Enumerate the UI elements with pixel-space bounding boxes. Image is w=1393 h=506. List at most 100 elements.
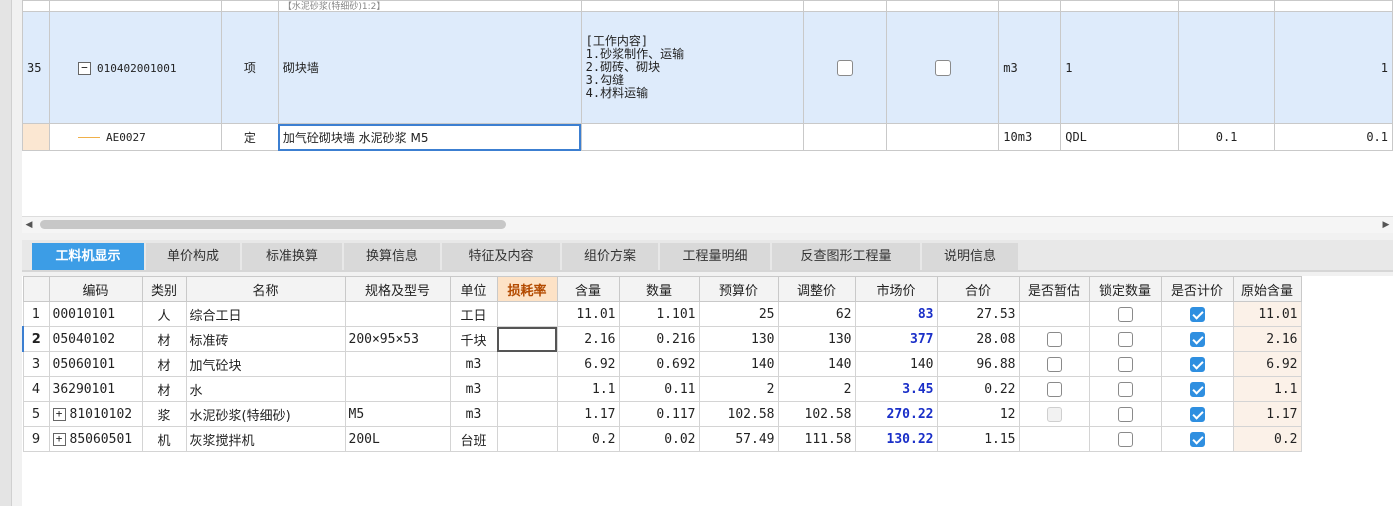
tab-standard-conversion[interactable]: 标准换算 xyxy=(242,243,342,270)
expand-icon[interactable]: + xyxy=(52,432,66,446)
resource-spec[interactable]: 200L xyxy=(344,426,451,452)
content-qty[interactable]: 2.16 xyxy=(556,326,620,352)
content-qty[interactable]: 1.17 xyxy=(556,401,620,427)
quota-qty[interactable]: 0.1 xyxy=(1178,123,1276,151)
checkbox[interactable] xyxy=(934,59,951,76)
empty-cell[interactable] xyxy=(1178,11,1276,124)
total-price[interactable]: 28.08 xyxy=(936,326,1020,352)
adjusted-price[interactable]: 130 xyxy=(777,326,856,352)
resource-code-cell[interactable]: +81010102 xyxy=(48,401,143,427)
adjusted-price[interactable]: 62 xyxy=(777,301,856,327)
lock-cell[interactable] xyxy=(1088,401,1162,427)
table-row[interactable]: 3 05060101 材 加气砼块 m3 6.92 0.692 140 140 … xyxy=(22,351,1302,377)
resource-code[interactable]: 00010101 xyxy=(48,301,143,327)
lock-qty-checkbox[interactable] xyxy=(1117,406,1133,422)
resource-unit[interactable]: 台班 xyxy=(449,426,498,452)
quantity[interactable]: 0.117 xyxy=(618,401,700,427)
col-header[interactable]: 锁定数量 xyxy=(1088,276,1162,302)
market-price[interactable]: 140 xyxy=(854,351,938,377)
code-cell[interactable]: AE0027 xyxy=(48,123,222,151)
priced-checkbox[interactable] xyxy=(1189,406,1205,422)
priced-cell[interactable] xyxy=(1160,426,1234,452)
col-header[interactable]: 是否暂估 xyxy=(1018,276,1090,302)
priced-cell[interactable] xyxy=(1160,401,1234,427)
total-price[interactable]: 1.15 xyxy=(936,426,1020,452)
lock-qty-checkbox[interactable] xyxy=(1117,306,1133,322)
qty-expression[interactable]: 1 xyxy=(1060,11,1180,124)
market-price[interactable]: 130.22 xyxy=(854,426,938,452)
work-content[interactable]: [工作内容] 1.砂浆制作、运输 2.砌砖、砌块 3.勾缝 4.材料运输 xyxy=(580,11,804,124)
priced-checkbox[interactable] xyxy=(1189,356,1205,372)
tab-unit-price[interactable]: 单价构成 xyxy=(146,243,240,270)
resource-code[interactable]: 05060101 xyxy=(48,351,143,377)
market-price[interactable]: 3.45 xyxy=(854,376,938,402)
tab-graphic-quantity[interactable]: 反查图形工程量 xyxy=(772,243,920,270)
item-qty[interactable]: 1 xyxy=(1274,11,1393,124)
resource-name[interactable]: 加气砼块 xyxy=(185,351,346,377)
loss-rate[interactable] xyxy=(496,426,558,452)
item-type[interactable]: 项 xyxy=(220,11,279,124)
priced-checkbox[interactable] xyxy=(1189,381,1205,397)
quota-qty-total[interactable]: 0.1 xyxy=(1274,123,1393,151)
tab-labor-material-machine[interactable]: 工料机显示 xyxy=(32,243,144,270)
loss-rate[interactable] xyxy=(496,351,558,377)
priced-checkbox[interactable] xyxy=(1189,331,1205,347)
provisional-cell[interactable] xyxy=(1018,326,1090,352)
adjusted-price[interactable]: 140 xyxy=(777,351,856,377)
resource-name[interactable]: 综合工日 xyxy=(185,301,346,327)
col-header[interactable]: 预算价 xyxy=(698,276,779,302)
tab-quantity-detail[interactable]: 工程量明细 xyxy=(660,243,770,270)
resource-name[interactable]: 灰浆搅拌机 xyxy=(185,426,346,452)
quantity[interactable]: 0.11 xyxy=(618,376,700,402)
scroll-right-icon[interactable]: ▶ xyxy=(1379,217,1393,233)
quota-type[interactable]: 定 xyxy=(220,123,279,151)
table-row[interactable]: 4 36290101 材 水 m3 1.1 0.11 2 2 3.45 0.22… xyxy=(22,376,1302,402)
priced-cell[interactable] xyxy=(1160,301,1234,327)
market-price[interactable]: 270.22 xyxy=(854,401,938,427)
content-qty[interactable]: 0.2 xyxy=(556,426,620,452)
resource-unit[interactable]: 千块 xyxy=(449,326,498,352)
table-row[interactable]: 5 +81010102 浆 水泥砂浆(特细砂) M5 m3 1.17 0.117… xyxy=(22,401,1302,427)
checkbox-cell[interactable] xyxy=(802,11,888,124)
loss-rate-editor[interactable] xyxy=(496,326,558,352)
empty-cell[interactable] xyxy=(580,123,804,151)
col-header[interactable]: 市场价 xyxy=(854,276,938,302)
lock-cell[interactable] xyxy=(1088,426,1162,452)
col-header[interactable]: 是否计价 xyxy=(1160,276,1234,302)
resource-code[interactable]: 36290101 xyxy=(48,376,143,402)
col-header[interactable]: 调整价 xyxy=(777,276,856,302)
table-row[interactable]: AE0027 定 加气砼砌块墙 水泥砂浆 M5 10m3 QDL 0.1 0.1 xyxy=(22,123,1393,151)
resource-unit[interactable]: m3 xyxy=(449,401,498,427)
provisional-cell[interactable] xyxy=(1018,351,1090,377)
col-header[interactable]: 数量 xyxy=(618,276,700,302)
provisional-checkbox[interactable] xyxy=(1046,381,1062,397)
col-header[interactable]: 名称 xyxy=(185,276,346,302)
tab-pricing-scheme[interactable]: 组价方案 xyxy=(562,243,658,270)
budget-price[interactable]: 57.49 xyxy=(698,426,779,452)
resource-code[interactable]: 05040102 xyxy=(48,326,143,352)
resource-name[interactable]: 标准砖 xyxy=(185,326,346,352)
resource-unit[interactable]: m3 xyxy=(449,376,498,402)
loss-rate[interactable] xyxy=(496,401,558,427)
resource-category[interactable]: 人 xyxy=(141,301,187,327)
table-row[interactable]: 9 +85060501 机 灰浆搅拌机 200L 台班 0.2 0.02 57.… xyxy=(22,426,1302,452)
content-qty[interactable]: 11.01 xyxy=(556,301,620,327)
checkbox[interactable] xyxy=(836,59,853,76)
resource-category[interactable]: 材 xyxy=(141,376,187,402)
budget-price[interactable]: 130 xyxy=(698,326,779,352)
table-row-selected[interactable]: 35 −010402001001 项 砌块墙 [工作内容] 1.砂浆制作、运输 … xyxy=(22,11,1393,124)
quantity[interactable]: 1.101 xyxy=(618,301,700,327)
resource-name[interactable]: 水 xyxy=(185,376,346,402)
code-cell[interactable]: −010402001001 xyxy=(48,11,222,124)
col-header[interactable]: 规格及型号 xyxy=(344,276,451,302)
quantity[interactable]: 0.02 xyxy=(618,426,700,452)
provisional-checkbox[interactable] xyxy=(1046,356,1062,372)
resource-unit[interactable]: m3 xyxy=(449,351,498,377)
tab-description[interactable]: 说明信息 xyxy=(922,243,1018,270)
collapse-icon[interactable]: − xyxy=(77,61,91,75)
total-price[interactable]: 96.88 xyxy=(936,351,1020,377)
table-row[interactable]: 【水泥砂浆(特细砂)1:2】 xyxy=(22,0,1393,12)
budget-price[interactable]: 2 xyxy=(698,376,779,402)
quantity[interactable]: 0.216 xyxy=(618,326,700,352)
table-row-active[interactable]: 2 05040102 材 标准砖 200×95×53 千块 2.16 0.216… xyxy=(22,326,1302,352)
